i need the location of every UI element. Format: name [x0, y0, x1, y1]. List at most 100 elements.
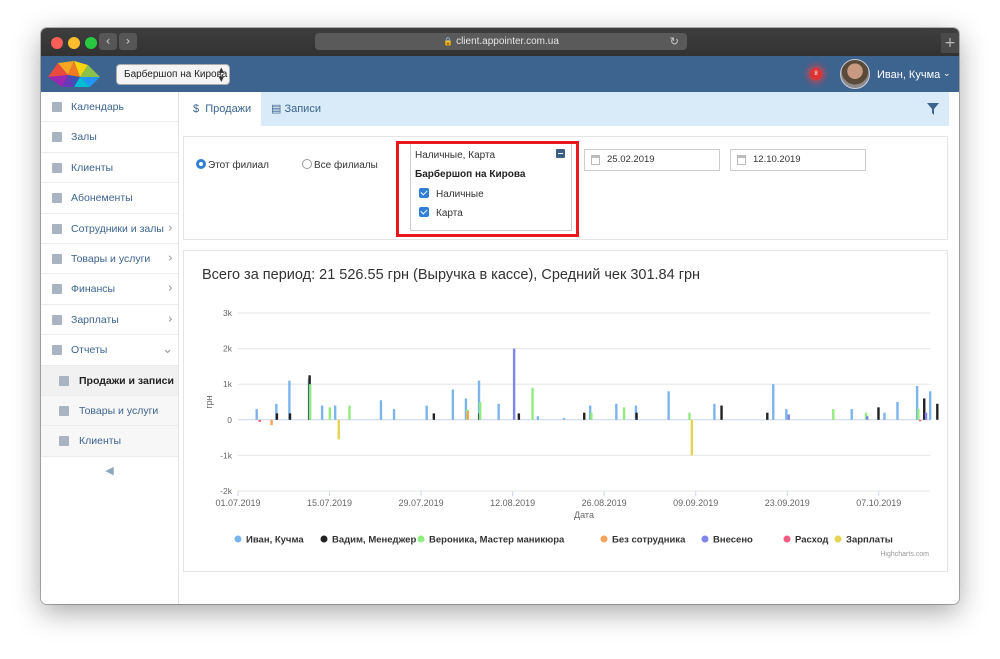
legend-marker — [834, 535, 842, 543]
y-axis-label: грн — [204, 395, 214, 408]
calendar-icon — [52, 102, 62, 112]
bar — [713, 403, 716, 420]
bar — [425, 405, 428, 420]
sidebar-subitem-clients[interactable]: Клиенты — [41, 426, 178, 457]
lock-icon: 🔒 — [443, 37, 454, 46]
bar — [451, 389, 455, 420]
back-button[interactable]: ‹ — [99, 33, 117, 50]
radio-checked-icon — [196, 159, 206, 169]
x-tick-label: 23.09.2019 — [765, 498, 810, 508]
bar — [832, 409, 835, 420]
bar — [348, 405, 351, 420]
bar — [497, 403, 500, 420]
bar — [896, 402, 899, 420]
sidebar-subitem-sales-records[interactable]: Продажи и записи — [41, 365, 178, 396]
sidebar-item-halls[interactable]: Залы — [41, 122, 178, 153]
minimize-window-button[interactable] — [68, 37, 80, 49]
legend-label: Вадим, Менеджер — [332, 535, 416, 546]
chevron-right-icon: › — [167, 281, 173, 297]
sidebar-item-label: Зарплаты — [71, 313, 119, 326]
bar — [531, 387, 534, 420]
legend-label: Расход — [795, 535, 828, 546]
new-tab-button[interactable]: + — [941, 33, 959, 53]
bar — [772, 384, 775, 420]
sidebar-item-staff[interactable]: Сотрудники и залы › — [41, 214, 178, 244]
close-window-button[interactable] — [51, 37, 63, 49]
sidebar-item-products[interactable]: Товары и услуги › — [41, 244, 178, 275]
logo-icon[interactable] — [46, 59, 102, 89]
sidebar-item-reports[interactable]: Отчеты ⌄ — [41, 335, 178, 366]
sidebar-item-finance[interactable]: Финансы › — [41, 274, 178, 305]
calendar-icon — [591, 155, 600, 165]
notification-badge[interactable]: 8 — [810, 68, 822, 80]
y-tick-label: -2k — [220, 486, 233, 496]
bar — [590, 412, 593, 420]
bar — [877, 407, 880, 420]
legend-label: Иван, Кучма — [246, 535, 304, 546]
bar — [688, 412, 691, 420]
credit-card-icon — [52, 253, 62, 264]
users-icon — [52, 162, 62, 173]
all-branches-radio[interactable]: Все филиалы — [302, 159, 378, 171]
bar — [635, 412, 638, 420]
bar — [583, 412, 586, 420]
bar — [667, 391, 670, 420]
sidebar-subitem-products[interactable]: Товары и услуги — [41, 395, 178, 427]
chart-panel: Всего за период: 21 526.55 грн (Выручка … — [183, 250, 948, 572]
collapse-sidebar-icon[interactable]: ◀ — [41, 457, 178, 485]
x-tick-label: 09.09.2019 — [673, 498, 718, 508]
filter-icon[interactable] — [927, 103, 939, 115]
forward-button[interactable]: › — [119, 33, 137, 50]
bar — [917, 409, 920, 420]
y-tick-label: 1k — [223, 379, 233, 389]
legend-marker — [600, 535, 608, 543]
legend-label: Без сотрудника — [612, 535, 686, 546]
y-tick-label: 2k — [223, 344, 233, 354]
bookmark-icon — [52, 132, 62, 143]
bar — [562, 418, 566, 420]
bar — [883, 412, 886, 420]
sidebar-item-label: Товары и услуги — [79, 404, 159, 417]
sidebar-item-label: Товары и услуги — [71, 252, 151, 265]
bar — [275, 413, 279, 420]
bar — [865, 416, 869, 420]
sidebar-item-clients[interactable]: Клиенты — [41, 153, 178, 184]
tab-records[interactable]: ▤ Записи — [261, 92, 331, 126]
users-icon — [59, 436, 69, 447]
date-from-input[interactable]: 25.02.2019 — [584, 149, 720, 171]
legend-marker — [417, 535, 425, 543]
bar — [622, 407, 626, 420]
x-axis-label: Дата — [574, 510, 594, 520]
bar — [466, 410, 469, 420]
x-tick-label: 07.10.2019 — [856, 498, 901, 508]
tab-sales[interactable]: $ Продажи — [183, 92, 262, 126]
branch-select[interactable]: Барбершоп на Кирова ▲ ▼ — [116, 64, 230, 85]
user-name[interactable]: Иван, Кучма — [877, 69, 940, 81]
legend-label: Зарплаты — [846, 535, 893, 546]
bar — [918, 419, 922, 422]
bar — [288, 413, 292, 420]
date-to-input[interactable]: 12.10.2019 — [730, 149, 866, 171]
card-icon — [52, 193, 62, 204]
sidebar-item-label: Абонементы — [71, 192, 133, 205]
chevron-down-icon[interactable]: ⌄ — [943, 69, 951, 79]
table-icon: ▤ — [271, 103, 282, 115]
sidebar-item-salaries[interactable]: Зарплаты › — [41, 305, 178, 336]
reload-icon[interactable]: ↻ — [670, 33, 679, 50]
chevron-right-icon: › — [167, 250, 173, 266]
sidebar-item-label: Продажи и записи — [79, 374, 174, 387]
legend-marker — [783, 535, 791, 543]
this-branch-radio[interactable]: Этот филиал — [196, 159, 269, 171]
app-header: Барбершоп на Кирова ▲ ▼ 8 Иван, Кучма ⌄ — [41, 56, 959, 92]
avatar[interactable] — [840, 59, 870, 89]
bar — [258, 419, 261, 422]
url-bar[interactable]: 🔒 client.appointer.com.ua ↻ — [315, 33, 687, 50]
maximize-window-button[interactable] — [85, 37, 97, 49]
sidebar-item-label: Финансы — [71, 283, 116, 296]
sidebar-item-calendar[interactable]: Календарь — [41, 92, 178, 123]
chart-credits[interactable]: Highcharts.com — [880, 551, 929, 558]
sidebar-item-subscriptions[interactable]: Абонементы — [41, 183, 178, 214]
bar — [432, 413, 436, 420]
bar — [536, 416, 540, 420]
x-tick-label: 29.07.2019 — [399, 498, 444, 508]
